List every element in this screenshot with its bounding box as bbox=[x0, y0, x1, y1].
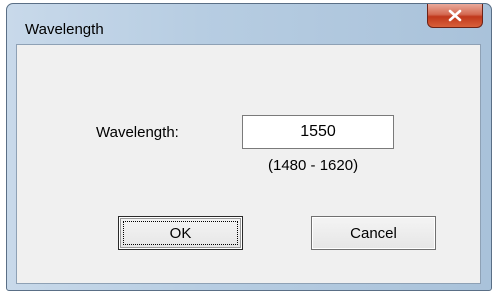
ok-button-label: OK bbox=[169, 224, 192, 242]
wavelength-label: Wavelength: bbox=[96, 124, 179, 141]
close-icon bbox=[448, 9, 462, 22]
dialog-window: Wavelength Wavelength: (1480 - 1620) OK … bbox=[6, 3, 492, 291]
cancel-button[interactable]: Cancel bbox=[311, 216, 436, 250]
window-title: Wavelength bbox=[25, 21, 104, 38]
wavelength-input[interactable] bbox=[242, 115, 394, 149]
ok-button[interactable]: OK bbox=[118, 216, 243, 250]
cancel-button-label: Cancel bbox=[350, 224, 397, 242]
wavelength-range-hint: (1480 - 1620) bbox=[268, 157, 359, 174]
close-button[interactable] bbox=[427, 4, 483, 28]
dialog-body: Wavelength: (1480 - 1620) OK Cancel bbox=[16, 44, 481, 284]
